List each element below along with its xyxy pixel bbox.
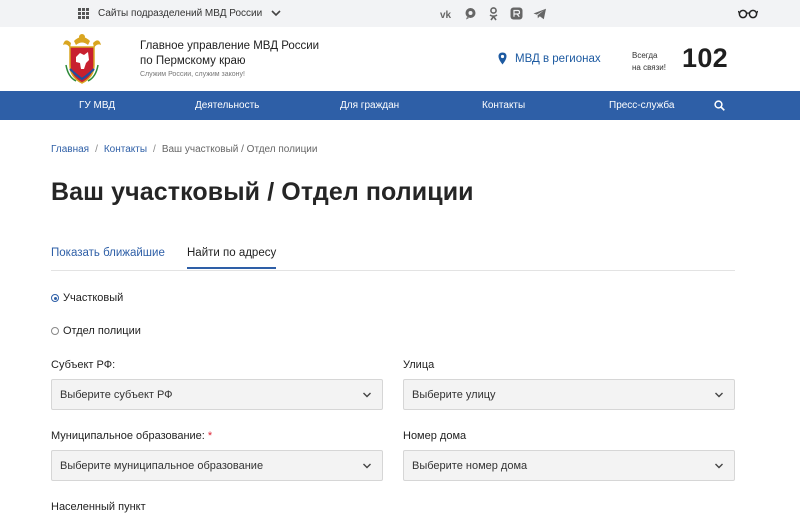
chevron-down-icon bbox=[363, 463, 371, 469]
sites-dropdown[interactable]: Сайты подразделений МВД России bbox=[78, 6, 262, 21]
tab-find-by-address[interactable]: Найти по адресу bbox=[187, 247, 277, 269]
municipal-select[interactable]: Выберите муниципальное образование bbox=[51, 450, 383, 481]
subject-label: Субъект РФ: bbox=[51, 359, 116, 371]
municipal-label: Муниципальное образование: * bbox=[51, 430, 212, 442]
street-select-value: Выберите улицу bbox=[412, 389, 496, 401]
org-name-line2: по Пермскому краю bbox=[140, 55, 246, 67]
ok-chat-icon[interactable] bbox=[463, 6, 478, 21]
telegram-icon[interactable] bbox=[532, 6, 547, 21]
subject-select[interactable]: Выберите субъект РФ bbox=[51, 379, 383, 410]
grid-icon bbox=[78, 8, 89, 19]
radio-option-officer[interactable]: Участковый bbox=[51, 292, 123, 304]
chevron-down-icon bbox=[363, 392, 371, 398]
breadcrumb-separator: / bbox=[95, 144, 98, 155]
org-name-line1: Главное управление МВД России bbox=[140, 40, 320, 52]
radio-button-checked[interactable] bbox=[51, 294, 59, 302]
nav-item-press[interactable]: Пресс-служба bbox=[609, 100, 674, 111]
nav-item-gu-mvd[interactable]: ГУ МВД bbox=[79, 100, 115, 111]
social-links: vk bbox=[440, 6, 547, 21]
rutube-icon[interactable] bbox=[509, 6, 524, 21]
nav-item-contacts[interactable]: Контакты bbox=[482, 100, 525, 111]
regions-label: МВД в регионах bbox=[515, 52, 601, 65]
breadcrumb-contacts[interactable]: Контакты bbox=[104, 144, 147, 155]
map-pin-icon bbox=[498, 52, 507, 65]
always-in-touch-label: Всегда на связи! bbox=[632, 50, 672, 74]
house-label: Номер дома bbox=[403, 430, 467, 442]
chevron-down-icon bbox=[715, 392, 723, 398]
chevron-down-icon bbox=[715, 463, 723, 469]
svg-text:vk: vk bbox=[440, 10, 452, 19]
nav-item-activity[interactable]: Деятельность bbox=[195, 100, 259, 111]
radio-button[interactable] bbox=[51, 327, 59, 335]
chevron-down-icon[interactable] bbox=[270, 8, 282, 18]
sites-label: Сайты подразделений МВД России bbox=[98, 8, 263, 19]
municipal-select-value: Выберите муниципальное образование bbox=[60, 460, 264, 472]
org-name[interactable]: Главное управление МВД России по Пермско… bbox=[140, 39, 340, 69]
always-line1: Всегда bbox=[632, 51, 658, 60]
radio-label-officer: Участковый bbox=[63, 292, 124, 304]
breadcrumb-home[interactable]: Главная bbox=[51, 144, 89, 155]
radio-label-police-dept: Отдел полиции bbox=[63, 325, 141, 337]
settlement-label: Населенный пункт bbox=[51, 501, 146, 513]
search-icon[interactable] bbox=[714, 100, 725, 111]
vk-icon[interactable]: vk bbox=[440, 6, 455, 21]
regions-link[interactable]: МВД в регионах bbox=[498, 52, 601, 65]
breadcrumb-separator: / bbox=[153, 144, 156, 155]
street-label: Улица bbox=[403, 359, 435, 371]
motto-text: Служим России, служим закону! bbox=[140, 71, 245, 78]
main-nav: ГУ МВД Деятельность Для граждан Контакты… bbox=[0, 91, 800, 120]
odnoklassniki-icon[interactable] bbox=[486, 6, 501, 21]
house-select[interactable]: Выберите номер дома bbox=[403, 450, 735, 481]
accessibility-glasses-icon[interactable] bbox=[738, 8, 758, 19]
page-title: Ваш участковый / Отдел полиции bbox=[51, 178, 474, 206]
breadcrumb-current: Ваш участковый / Отдел полиции bbox=[161, 144, 318, 155]
breadcrumb: Главная / Контакты / Ваш участковый / От… bbox=[51, 144, 317, 155]
search-mode-tabs: Показать ближайшие Найти по адресу bbox=[51, 243, 735, 271]
top-utility-bar: Сайты подразделений МВД России vk bbox=[0, 0, 800, 27]
street-select[interactable]: Выберите улицу bbox=[403, 379, 735, 410]
nav-item-citizens[interactable]: Для граждан bbox=[340, 100, 399, 111]
always-line2: на связи! bbox=[632, 63, 666, 72]
tab-show-nearest[interactable]: Показать ближайшие bbox=[51, 247, 165, 267]
mvd-emblem-logo[interactable] bbox=[62, 31, 102, 87]
site-header: Главное управление МВД России по Пермско… bbox=[0, 27, 800, 91]
municipal-label-text: Муниципальное образование: bbox=[51, 430, 205, 442]
radio-option-police-dept[interactable]: Отдел полиции bbox=[51, 325, 141, 337]
subject-select-value: Выберите субъект РФ bbox=[60, 389, 173, 401]
required-mark: * bbox=[207, 430, 213, 442]
house-select-value: Выберите номер дома bbox=[412, 460, 528, 472]
hotline-number[interactable]: 102 bbox=[682, 43, 728, 74]
